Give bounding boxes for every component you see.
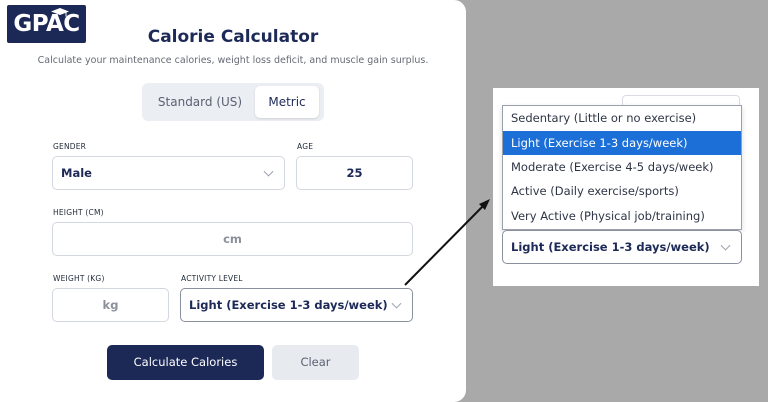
chevron-down-icon — [720, 240, 731, 251]
weight-input[interactable]: kg — [52, 288, 169, 322]
activity-option[interactable]: Active (Daily exercise/sports) — [503, 179, 741, 203]
activity-dropdown-list: Sedentary (Little or no exercise) Light … — [502, 105, 742, 230]
height-label: HEIGHT (CM) — [53, 208, 104, 217]
age-input[interactable]: 25 — [296, 156, 413, 190]
activity-option[interactable]: Sedentary (Little or no exercise) — [503, 106, 741, 130]
chevron-down-icon — [263, 166, 274, 177]
unit-toggle: Standard (US) Metric — [142, 83, 324, 121]
gender-label: GENDER — [53, 142, 87, 151]
gender-value: Male — [61, 166, 92, 180]
activity-select[interactable]: Light (Exercise 1-3 days/week) — [180, 288, 413, 322]
gender-select[interactable]: Male — [52, 156, 285, 190]
arrow-icon — [404, 199, 490, 286]
zoom-activity-value: Light (Exercise 1-3 days/week) — [511, 240, 710, 254]
height-placeholder: cm — [223, 232, 242, 246]
unit-us-button[interactable]: Standard (US) — [146, 86, 254, 118]
calculate-button[interactable]: Calculate Calories — [107, 345, 264, 380]
chevron-down-icon — [391, 298, 402, 309]
activity-option[interactable]: Moderate (Exercise 4-5 days/week) — [503, 155, 741, 179]
height-input[interactable]: cm — [52, 222, 413, 256]
clear-button[interactable]: Clear — [272, 345, 359, 380]
age-label: AGE — [297, 142, 314, 151]
page-subtitle: Calculate your maintenance calories, wei… — [37, 55, 429, 66]
activity-value: Light (Exercise 1-3 days/week) — [189, 298, 388, 312]
zoom-activity-select[interactable]: Light (Exercise 1-3 days/week) — [502, 230, 742, 264]
activity-option-selected[interactable]: Light (Exercise 1-3 days/week) — [503, 131, 741, 155]
age-value: 25 — [346, 166, 363, 180]
weight-label: WEIGHT (KG) — [53, 274, 105, 283]
unit-metric-button[interactable]: Metric — [255, 86, 319, 118]
calculator-card: GPAC Calorie Calculator Calculate your m… — [0, 0, 466, 402]
page-title: Calorie Calculator — [147, 27, 319, 47]
weight-placeholder: kg — [102, 298, 119, 312]
activity-label: ACTIVITY LEVEL — [181, 274, 243, 283]
activity-option[interactable]: Very Active (Physical job/training) — [503, 204, 741, 228]
